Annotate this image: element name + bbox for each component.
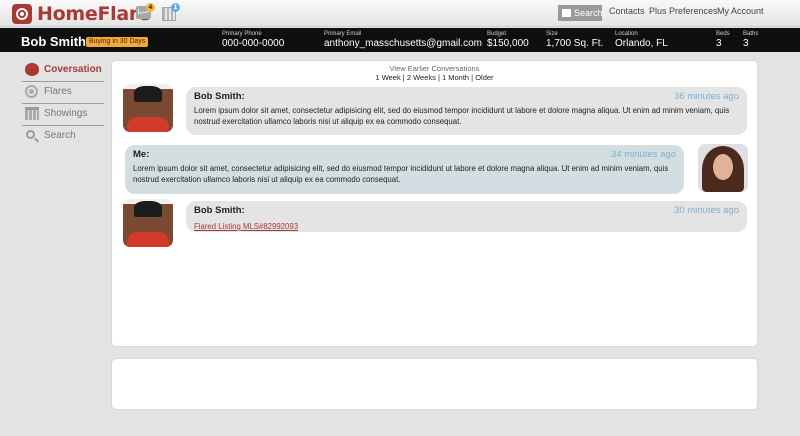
search-icon [26,130,35,139]
my-message-bubble: Me: 34 minutes ago Lorem ipsum dolor sit… [125,145,684,194]
message-sender: Me: [133,149,150,160]
flare-icon [25,85,38,98]
budget-field: Budget $150,000 [487,31,529,50]
primary-phone-value: 000-000-0000 [222,38,285,49]
contact-bar: Bob Smith Buying in 30 Days Primary Phon… [0,28,800,52]
beds-field: Beds 3 [716,31,730,50]
budget-label: Budget [487,31,507,37]
view-earlier-link[interactable]: View Earlier Conversations [112,64,757,73]
sidebar-item-conversation[interactable]: Coversation [22,60,104,82]
top-bar: HomeFlare 4 1 Search Contacts Plus Prefe… [0,0,800,27]
message-compose-box[interactable] [111,358,758,410]
contact-name: Bob Smith [21,34,86,49]
beds-value: 3 [716,38,722,49]
size-label: Size [546,31,558,37]
location-value: Orlando, FL [615,38,668,49]
budget-value: $150,000 [487,38,529,49]
location-label: Location [615,31,638,37]
home-icon [562,9,571,17]
message-text: Lorem ipsum dolor sit amet, consectetur … [133,164,669,184]
beds-label: Beds [716,31,730,37]
message-text: Lorem ipsum dolor sit amet, consectetur … [194,106,730,126]
search-button[interactable]: Search [558,5,603,21]
baths-value: 3 [743,38,749,49]
size-value: 1,700 Sq. Ft. [546,38,604,49]
sidebar-item-search[interactable]: Search [22,126,104,148]
calendar-count-badge: 1 [171,3,180,12]
sidebar: Coversation Flares Showings Search [22,60,104,148]
message-sender: Bob Smith: [194,205,245,216]
conversation-icon [25,63,39,76]
message-timestamp: 34 minutes ago [611,149,676,160]
homeflare-logo[interactable]: HomeFlare [12,2,151,25]
baths-field: Baths 3 [743,31,758,50]
baths-label: Baths [743,31,759,37]
sidebar-item-label: Coversation [44,64,102,75]
nav-link-plus-preferences[interactable]: Plus Preferences [649,6,718,16]
sidebar-item-label: Showings [44,108,88,119]
conversation-panel: View Earlier Conversations 1 Week | 2 We… [111,60,758,347]
sidebar-item-label: Search [44,130,76,141]
flared-listing-link[interactable]: Flared Listing MLS#82992093 [194,222,298,231]
primary-email-field: Primary Email anthony_masschusetts@gmail… [324,31,482,50]
contact-avatar [123,84,173,132]
location-field: Location Orlando, FL [615,31,668,50]
homeflare-logo-icon [12,3,32,24]
contact-avatar [123,199,173,247]
my-avatar [698,144,748,192]
nav-link-contacts[interactable]: Contacts [609,6,645,16]
primary-phone-field: Primary Phone 000-000-0000 [222,31,284,50]
brand-name: HomeFlare [37,2,151,25]
size-field: Size 1,700 Sq. Ft. [546,31,603,50]
messages-count-badge: 4 [146,3,155,12]
message-sender: Bob Smith: [194,91,245,102]
sidebar-item-showings[interactable]: Showings [22,104,104,126]
nav-link-my-account[interactable]: My Account [717,6,764,16]
status-badge: Buying in 30 Days [86,37,149,47]
time-range-links[interactable]: 1 Week | 2 Weeks | 1 Month | Older [112,73,757,82]
view-earlier-conversations: View Earlier Conversations 1 Week | 2 We… [112,64,757,82]
primary-phone-label: Primary Phone [222,31,262,37]
primary-email-value[interactable]: anthony_masschusetts@gmail.com [324,38,482,50]
sidebar-item-flares[interactable]: Flares [22,82,104,104]
message-bubble: Bob Smith: 30 minutes ago Flared Listing… [186,201,747,232]
message-bubble: Bob Smith: 36 minutes ago Lorem ipsum do… [186,87,747,135]
message-timestamp: 30 minutes ago [674,205,739,216]
message-timestamp: 36 minutes ago [674,91,739,102]
calendar-icon [25,107,39,120]
primary-email-label: Primary Email [324,31,362,37]
search-button-label: Search [574,8,603,18]
sidebar-item-label: Flares [44,86,72,97]
